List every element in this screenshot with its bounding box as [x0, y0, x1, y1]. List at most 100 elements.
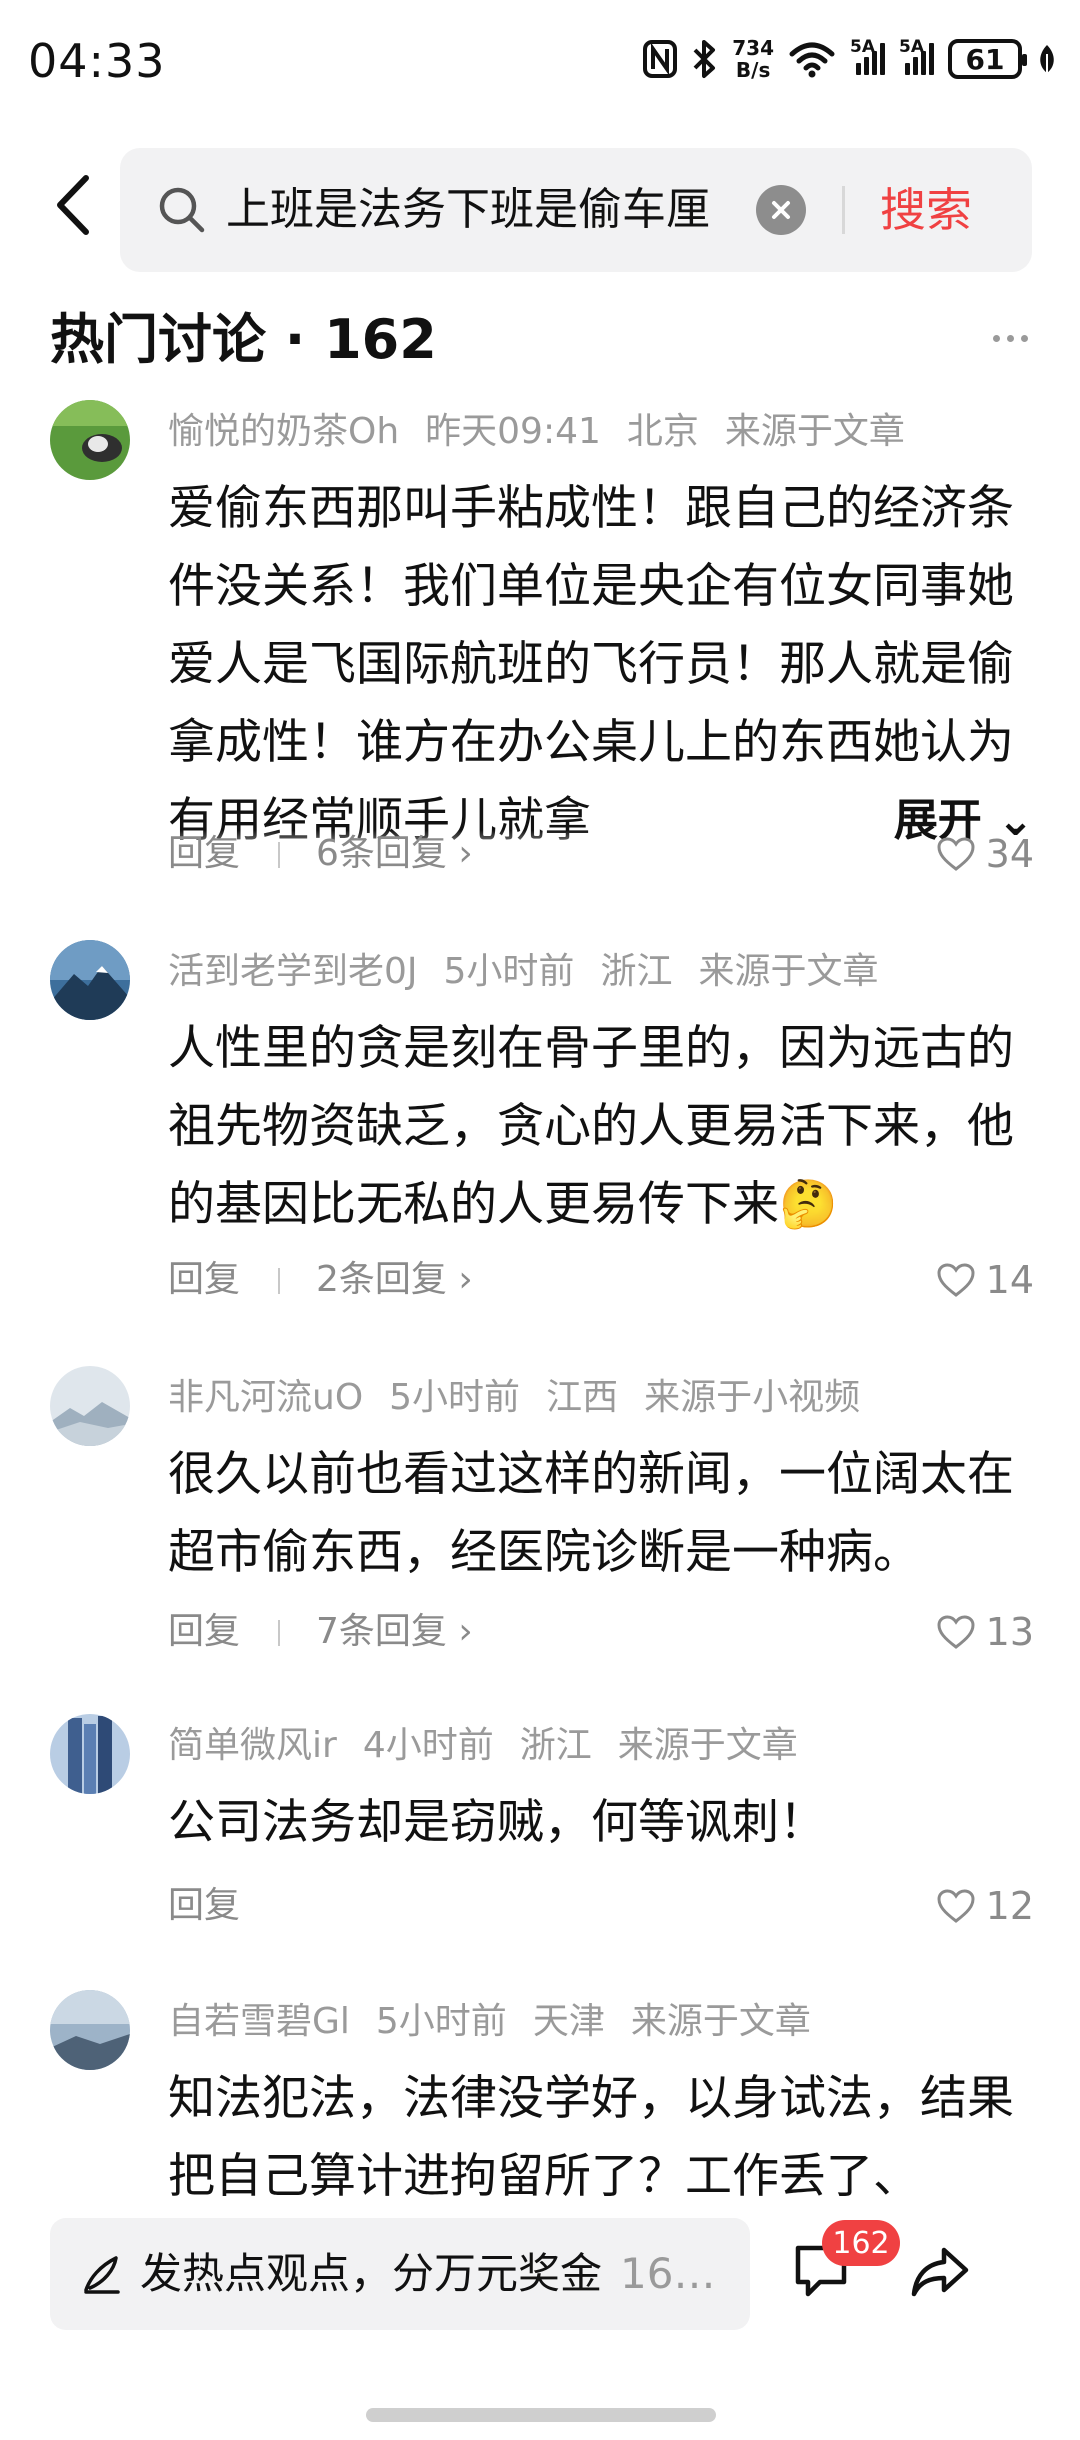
action-divider — [278, 842, 280, 868]
sim2-tag: 5A — [899, 37, 924, 57]
avatar[interactable] — [50, 1990, 130, 2070]
heart-icon — [937, 1889, 975, 1923]
back-button[interactable] — [46, 170, 106, 240]
comment-time: 4小时前 — [362, 1725, 494, 1766]
like-button[interactable]: 12 — [936, 1876, 1034, 1936]
signal-bar — [880, 43, 885, 75]
avatar[interactable] — [50, 1366, 130, 1446]
like-count: 12 — [985, 1884, 1034, 1928]
search-box[interactable]: 上班是法务下班是偷车厘 搜索 — [120, 148, 1032, 272]
comment-text: 人性里的贪是刻在骨子里的，因为远古的祖先物资缺乏，贪心的人更易活下来，他的基因比… — [168, 1021, 1014, 1232]
username[interactable]: 活到老学到老0J — [168, 951, 418, 992]
more-icon — [992, 334, 1028, 342]
network-speed: 734 B/s — [732, 37, 774, 81]
share-icon — [911, 2247, 969, 2297]
signal-bar — [905, 63, 910, 75]
more-button[interactable] — [980, 318, 1040, 358]
username[interactable]: 简单微风ir — [168, 1725, 337, 1766]
comment-source[interactable]: 来源于文章 — [725, 411, 905, 452]
like-button[interactable]: 34 — [936, 824, 1034, 884]
comment-source[interactable]: 来源于文章 — [618, 1725, 798, 1766]
username[interactable]: 愉悦的奶茶Oh — [168, 411, 399, 452]
back-arrow-icon — [57, 175, 89, 235]
sim1-tag: 5A — [850, 37, 875, 57]
view-replies-button[interactable]: 7条回复 › — [316, 1602, 473, 1662]
compose-input[interactable]: 发热点观点，分万元奖金 16… — [50, 2218, 750, 2330]
search-header: 上班是法务下班是偷车厘 搜索 — [0, 140, 1080, 272]
comment-meta: 活到老学到老0J 5小时前 浙江 来源于文章 — [168, 946, 904, 998]
section-title: 热门讨论 · 162 — [50, 308, 437, 371]
comment-meta: 非凡河流uO 5小时前 江西 来源于小视频 — [168, 1372, 886, 1424]
comment-location: 北京 — [626, 411, 699, 452]
reply-button[interactable]: 回复 — [168, 824, 240, 884]
comment-time: 5小时前 — [443, 951, 575, 992]
share-button[interactable] — [908, 2238, 974, 2304]
view-replies-button[interactable]: 2条回复 › — [316, 1250, 473, 1310]
status-bar: 04:33 734 B/s 5A 5A 61 — [0, 0, 1080, 120]
signal-bar — [856, 63, 861, 75]
comment-actions: 回复 2条回复 › 14 — [168, 1250, 1034, 1310]
reply-button[interactable]: 回复 — [168, 1250, 240, 1310]
reply-button[interactable]: 回复 — [168, 1876, 240, 1936]
net-speed-unit: B/s — [735, 58, 771, 82]
comment-actions: 回复 7条回复 › 13 — [168, 1602, 1034, 1662]
avatar[interactable] — [50, 940, 130, 1020]
battery-icon: 61 — [948, 39, 1027, 79]
signal-icon-sim1: 5A — [850, 37, 885, 75]
status-icons: 734 B/s 5A 5A 61 — [642, 30, 1058, 88]
username[interactable]: 自若雪碧Gl — [168, 2001, 350, 2042]
bottom-bar: 发热点观点，分万元奖金 16… 162 — [0, 2200, 1080, 2350]
signal-bar — [913, 57, 918, 75]
like-button[interactable]: 14 — [936, 1250, 1034, 1310]
comment-location: 江西 — [546, 1377, 619, 1418]
signal-bar — [929, 43, 934, 75]
avatar[interactable] — [50, 1714, 130, 1794]
compose-placeholder-text: 发热点观点，分万元奖金 — [140, 2249, 603, 2298]
heart-icon — [937, 1263, 975, 1297]
action-divider — [278, 1268, 280, 1294]
comment-location: 天津 — [532, 2001, 605, 2042]
comment-text: 很久以前也看过这样的新闻，一位阔太在超市偷东西，经医院诊断是一种病。 — [168, 1447, 1014, 1580]
comment-actions: 回复 6条回复 › 34 — [168, 824, 1034, 884]
clear-icon — [772, 201, 790, 219]
battery-level: 61 — [965, 42, 1005, 76]
comment-count-badge: 162 — [822, 2220, 900, 2266]
nfc-icon — [642, 39, 678, 79]
comment-location: 浙江 — [519, 1725, 592, 1766]
compose-count: 16… — [620, 2249, 716, 2298]
net-speed-value: 734 — [732, 36, 774, 60]
search-button[interactable]: 搜索 — [880, 178, 972, 242]
home-indicator[interactable] — [366, 2408, 716, 2422]
comment-time: 5小时前 — [375, 2001, 507, 2042]
search-divider — [842, 186, 845, 234]
like-count: 34 — [985, 832, 1034, 876]
clear-button[interactable] — [756, 185, 806, 235]
comment-meta: 愉悦的奶茶Oh 昨天09:41 北京 来源于文章 — [168, 406, 931, 458]
comment-location: 浙江 — [600, 951, 673, 992]
like-count: 13 — [985, 1610, 1034, 1654]
comment-time: 5小时前 — [389, 1377, 521, 1418]
leaf-icon — [1036, 42, 1058, 76]
action-divider — [278, 1620, 280, 1646]
heart-icon — [937, 837, 975, 871]
comment-source[interactable]: 来源于文章 — [698, 951, 878, 992]
comment-meta: 简单微风ir 4小时前 浙江 来源于文章 — [168, 1720, 824, 1772]
signal-bar — [864, 57, 869, 75]
comment-source[interactable]: 来源于小视频 — [644, 1377, 860, 1418]
comment-source[interactable]: 来源于文章 — [631, 2001, 811, 2042]
compose-placeholder: 发热点观点，分万元奖金 16… — [140, 2244, 715, 2304]
like-count: 14 — [985, 1258, 1034, 1302]
status-time: 04:33 — [28, 34, 166, 88]
reply-button[interactable]: 回复 — [168, 1602, 240, 1662]
comment-time: 昨天09:41 — [425, 411, 601, 452]
like-button[interactable]: 13 — [936, 1602, 1034, 1662]
comment-meta: 自若雪碧Gl 5小时前 天津 来源于文章 — [168, 1996, 837, 2048]
comment-actions: 回复 12 — [168, 1876, 1034, 1936]
pen-icon — [84, 2256, 120, 2294]
view-replies-button[interactable]: 6条回复 › — [316, 824, 473, 884]
username[interactable]: 非凡河流uO — [168, 1377, 363, 1418]
bluetooth-icon — [692, 38, 718, 80]
comment-text: 公司法务却是窃贼，何等讽刺！ — [168, 1795, 826, 1850]
heart-icon — [937, 1615, 975, 1649]
avatar[interactable] — [50, 400, 130, 480]
